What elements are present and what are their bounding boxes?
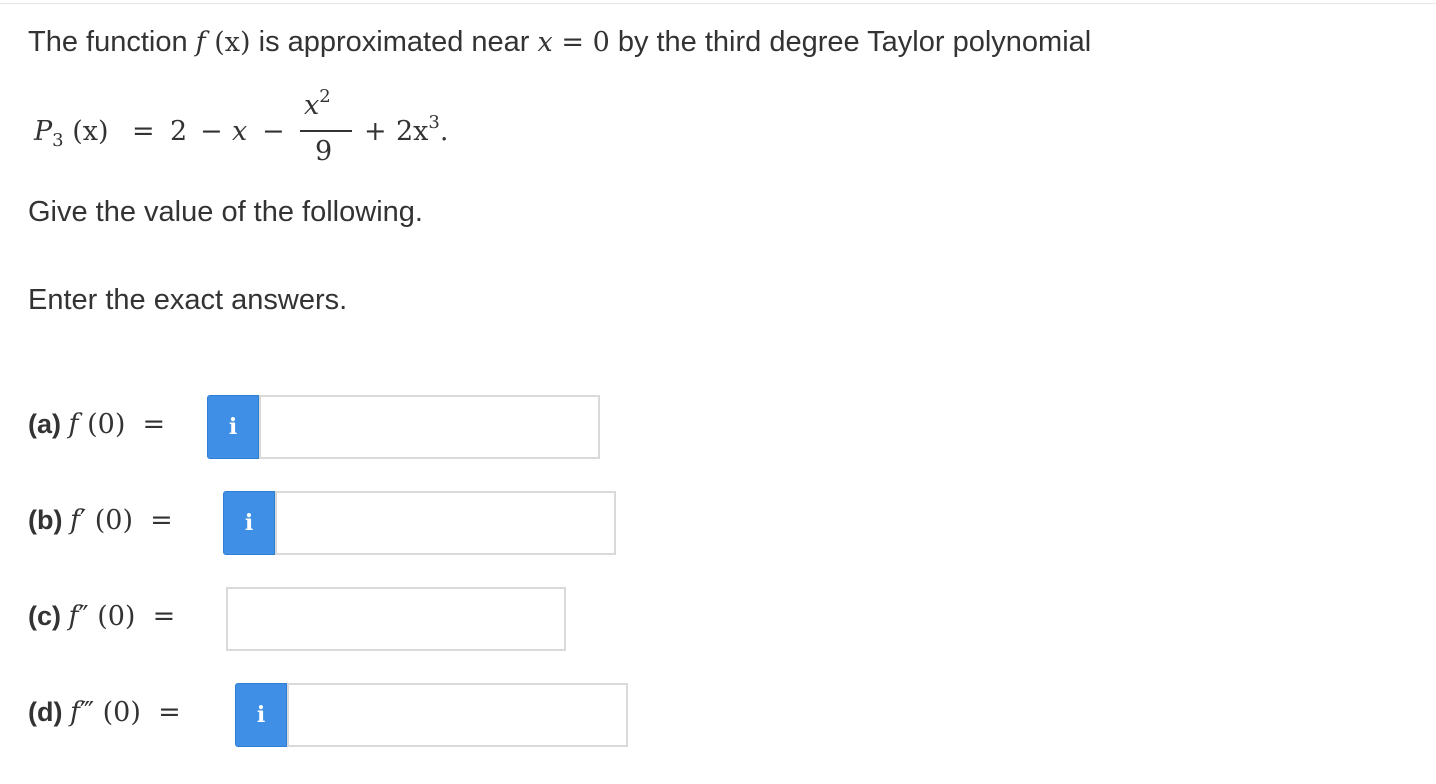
polynomial-fraction: x2 9 xyxy=(298,86,356,172)
intro-text-end: by the third degree Taylor polynomial xyxy=(617,26,1092,58)
polynomial-lhs: P3 (x) xyxy=(34,116,109,151)
intro-text-middle: is approximated near xyxy=(258,26,530,58)
polynomial-cubic-term: 2x3. xyxy=(396,112,449,148)
polynomial-minus: − xyxy=(262,116,285,147)
fraction-numerator: x2 xyxy=(304,86,331,122)
answer-input-a[interactable] xyxy=(259,395,600,459)
instruction-text: Give the value of the following. xyxy=(28,196,423,228)
polynomial-plus: + xyxy=(364,116,387,147)
polynomial-constant: 2 xyxy=(170,116,188,147)
answer-row-c: (c) f″ (0) = xyxy=(28,587,566,653)
answer-label-a: (a) f (0) = xyxy=(28,409,166,440)
question-intro: The function f (x) is approximated near … xyxy=(28,26,1091,59)
answer-row-b: (b) f′ (0) = i xyxy=(28,491,616,557)
intro-condition: x = 0 xyxy=(537,27,610,58)
intro-text-start: The function xyxy=(28,26,188,58)
answer-row-a: (a) f (0) = i xyxy=(28,395,600,461)
answer-input-c[interactable] xyxy=(226,587,566,651)
answer-input-b[interactable] xyxy=(275,491,616,555)
polynomial-linear-term: x xyxy=(232,116,248,147)
answer-label-b: (b) f′ (0) = xyxy=(28,505,173,536)
info-icon[interactable]: i xyxy=(223,491,275,555)
intro-function: f (x) xyxy=(195,27,251,58)
top-divider xyxy=(0,3,1436,4)
info-icon[interactable]: i xyxy=(207,395,259,459)
polynomial-minus: − xyxy=(200,116,223,147)
exact-answers-note: Enter the exact answers. xyxy=(28,284,348,316)
fraction-bar xyxy=(300,130,352,132)
fraction-denominator: 9 xyxy=(315,136,333,167)
answer-row-d: (d) f‴ (0) = i xyxy=(28,683,628,749)
info-icon[interactable]: i xyxy=(235,683,287,747)
answer-label-c: (c) f″ (0) = xyxy=(28,601,176,632)
polynomial-equals: = xyxy=(132,116,155,147)
answer-input-d[interactable] xyxy=(287,683,628,747)
answer-label-d: (d) f‴ (0) = xyxy=(28,697,181,728)
